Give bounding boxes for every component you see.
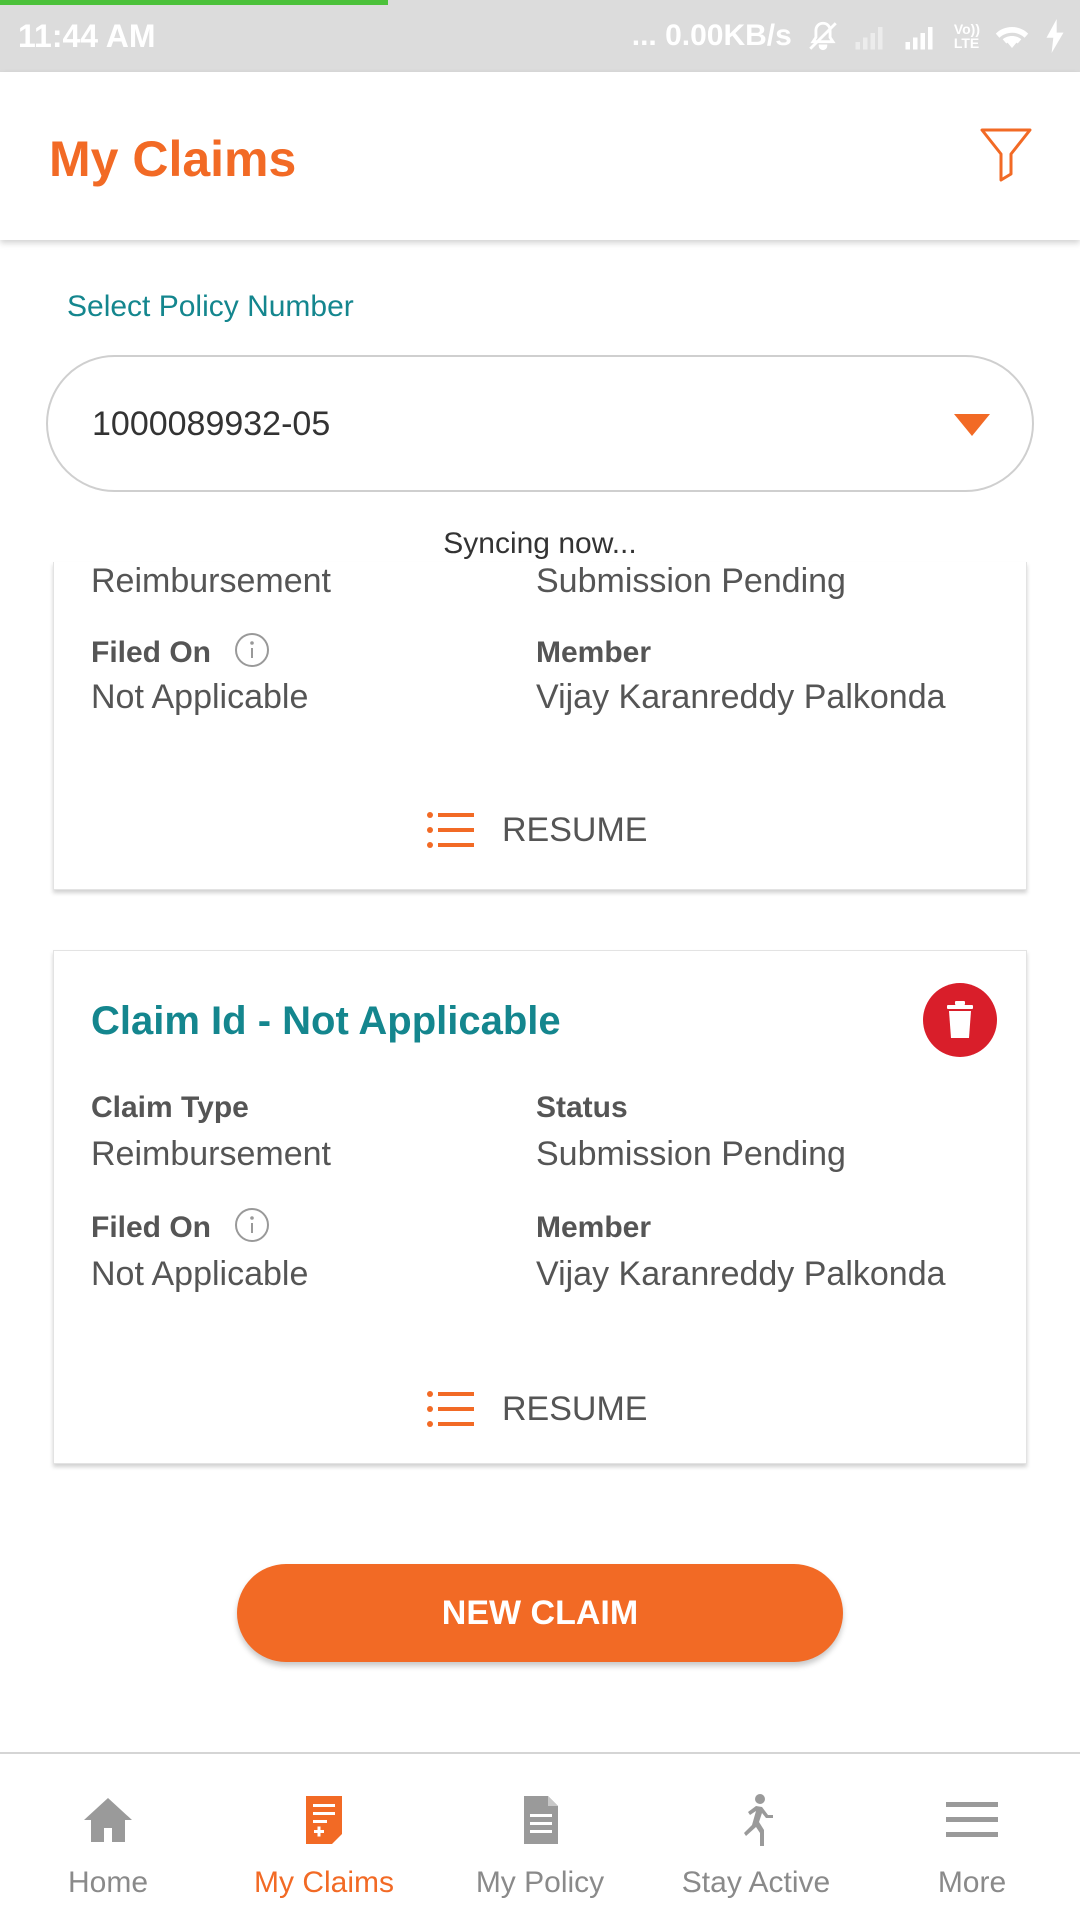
resume-button[interactable]: RESUME (426, 800, 666, 860)
claims-icon (306, 1796, 342, 1844)
volte-bottom-text: LTE (953, 35, 980, 51)
filed-on-label: Filed On (91, 636, 211, 669)
wifi-icon (995, 27, 1029, 48)
info-icon[interactable] (234, 1207, 270, 1243)
mute-icon (809, 21, 837, 51)
resume-button[interactable]: RESUME (426, 1379, 666, 1439)
policy-number-dropdown[interactable]: 1000089932-05 (46, 355, 1034, 492)
claim-type-value: Reimbursement (91, 1135, 331, 1173)
info-icon[interactable] (234, 632, 270, 668)
bottom-navigation: Home My Claims My Policy Stay Active Mor… (0, 1752, 1080, 1920)
volte-icon: Vo)) LTE (954, 22, 980, 50)
resume-label: RESUME (502, 1389, 648, 1428)
policy-icon (524, 1796, 558, 1844)
nav-label: My Claims (254, 1866, 394, 1899)
resume-label: RESUME (502, 810, 648, 849)
network-speed: ... 0.00KB/s (631, 19, 792, 52)
filed-on-label: Filed On (91, 1211, 211, 1244)
list-icon (427, 812, 474, 848)
status-value: Submission Pending (536, 562, 846, 600)
member-label: Member (536, 636, 652, 669)
claim-card: Reimbursement Submission Pending Filed O… (53, 562, 1027, 890)
filed-on-value: Not Applicable (91, 1255, 309, 1293)
filter-button[interactable] (978, 126, 1034, 182)
claim-card: Claim Id - Not Applicable Claim Type Rei… (53, 950, 1027, 1464)
status-time: 11:44 AM (18, 18, 156, 54)
nav-stay-active[interactable]: Stay Active (648, 1754, 864, 1920)
claim-id-title: Claim Id - Not Applicable (91, 999, 561, 1043)
loading-progress-line (0, 0, 388, 5)
home-icon (84, 1798, 132, 1842)
app-header: My Claims (0, 72, 1080, 240)
claim-type-value: Reimbursement (91, 562, 331, 600)
sync-status-text: Syncing now... (443, 527, 637, 560)
trash-icon (947, 1001, 973, 1038)
status-bar: 11:44 AM ... 0.00KB/s Vo)) LTE (0, 0, 1080, 72)
policy-number-value: 1000089932-05 (92, 405, 331, 443)
nav-home[interactable]: Home (0, 1754, 216, 1920)
policy-select-label: Select Policy Number (67, 290, 354, 323)
nav-label: More (937, 1866, 1007, 1899)
dropdown-caret-icon (954, 414, 990, 436)
signal-icon (905, 27, 933, 50)
new-claim-label: NEW CLAIM (441, 1593, 639, 1632)
charging-icon (1046, 19, 1064, 53)
claim-type-label: Claim Type (91, 1091, 249, 1124)
delete-claim-button[interactable] (923, 983, 997, 1057)
status-value: Submission Pending (536, 1135, 846, 1173)
status-label: Status (536, 1091, 628, 1124)
nav-label: My Policy (475, 1866, 605, 1899)
nav-label: Stay Active (681, 1866, 831, 1899)
nav-my-claims[interactable]: My Claims (216, 1754, 432, 1920)
nav-label: Home (67, 1866, 149, 1899)
signal-weak-icon (855, 27, 883, 50)
list-icon (427, 1391, 474, 1427)
member-value: Vijay Karanreddy Palkonda (536, 1255, 946, 1293)
nav-my-policy[interactable]: My Policy (432, 1754, 648, 1920)
status-icons: ... 0.00KB/s Vo)) LTE (632, 14, 1066, 58)
volte-top-text: Vo)) (953, 21, 980, 37)
running-icon (744, 1794, 773, 1846)
new-claim-button[interactable]: NEW CLAIM (237, 1564, 843, 1662)
nav-more[interactable]: More (864, 1754, 1080, 1920)
member-label: Member (536, 1211, 652, 1244)
menu-icon (946, 1802, 998, 1837)
filter-icon (980, 128, 1032, 182)
filed-on-value: Not Applicable (91, 678, 309, 716)
page-title: My Claims (49, 131, 297, 187)
member-value: Vijay Karanreddy Palkonda (536, 678, 946, 716)
